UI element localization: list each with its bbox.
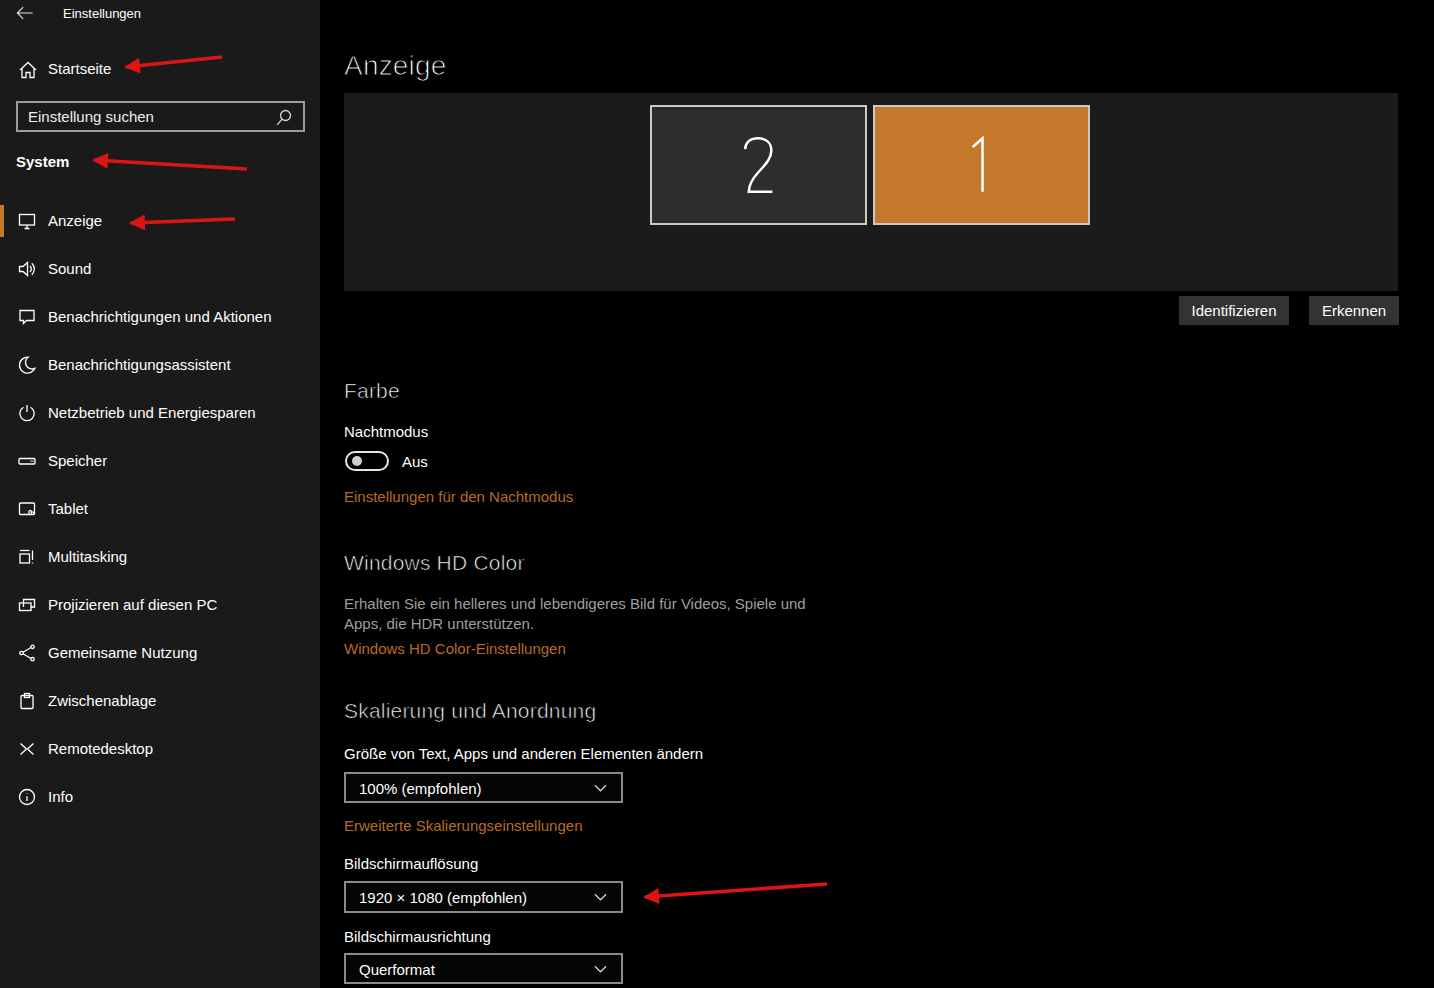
sidebar-item-speicher[interactable]: Speicher: [0, 437, 320, 485]
window-title: Einstellungen: [63, 6, 141, 21]
toggle-knob: [352, 456, 362, 466]
sidebar: Einstellungen Startseite System Anzeige S…: [0, 0, 320, 988]
power-icon: [16, 402, 38, 424]
sidebar-item-gemeinsame-nutzung[interactable]: Gemeinsame Nutzung: [0, 629, 320, 677]
sidebar-item-label: Sound: [48, 260, 91, 277]
sidebar-item-zwischenablage[interactable]: Zwischenablage: [0, 677, 320, 725]
sidebar-item-remotedesktop[interactable]: Remotedesktop: [0, 725, 320, 773]
size-label: Größe von Text, Apps und anderen Element…: [344, 745, 703, 762]
multitasking-icon: [16, 546, 38, 568]
focus-assist-icon: [16, 354, 38, 376]
nachtmodus-label: Nachtmodus: [344, 423, 428, 440]
chevron-down-icon: [594, 784, 607, 792]
sidebar-item-netzbetrieb-und-energiesparen[interactable]: Netzbetrieb und Energiesparen: [0, 389, 320, 437]
info-icon: [16, 786, 38, 808]
orientation-dropdown[interactable]: Querformat: [344, 953, 623, 984]
monitor-2-number: [740, 136, 777, 194]
monitor-1[interactable]: [873, 105, 1090, 225]
detect-button[interactable]: Erkennen: [1309, 296, 1399, 325]
resolution-label: Bildschirmauflösung: [344, 855, 478, 872]
sidebar-item-benachrichtigungsassistent[interactable]: Benachrichtigungsassistent: [0, 341, 320, 389]
home-icon: [17, 59, 39, 81]
search-box[interactable]: [16, 101, 305, 132]
sidebar-item-label: Gemeinsame Nutzung: [48, 644, 197, 661]
chevron-down-icon: [594, 965, 607, 973]
settings-window: Einstellungen Startseite System Anzeige S…: [0, 0, 1434, 988]
hd-color-description: Erhalten Sie ein helleres und lebendiger…: [344, 594, 834, 634]
nachtmodus-toggle[interactable]: [345, 451, 389, 471]
chevron-down-icon: [594, 893, 607, 901]
sidebar-item-label: Netzbetrieb und Energiesparen: [48, 404, 256, 421]
monitor-arrangement: [344, 93, 1398, 291]
resolution-dropdown[interactable]: 1920 × 1080 (empfohlen): [344, 881, 623, 913]
identify-button[interactable]: Identifizieren: [1179, 296, 1289, 325]
share-icon: [16, 642, 38, 664]
project-icon: [16, 594, 38, 616]
farbe-heading: Farbe: [344, 379, 400, 403]
scaling-dropdown[interactable]: 100% (empfohlen): [344, 772, 623, 803]
sidebar-item-label: Anzeige: [48, 212, 102, 229]
toggle-state-label: Aus: [402, 453, 428, 470]
monitor-2[interactable]: [650, 105, 867, 225]
home-label: Startseite: [48, 60, 111, 77]
sidebar-item-label: Benachrichtigungen und Aktionen: [48, 308, 272, 325]
monitor-1-number: [963, 136, 1000, 194]
sidebar-item-label: Info: [48, 788, 73, 805]
sidebar-nav: Anzeige Sound Benachrichtigungen und Aktio…: [0, 197, 320, 821]
storage-icon: [16, 450, 38, 472]
sidebar-item-anzeige[interactable]: Anzeige: [0, 197, 320, 245]
back-icon[interactable]: [16, 5, 34, 21]
page-title: Anzeige: [344, 50, 447, 82]
sidebar-item-projizieren-auf-diesen-pc[interactable]: Projizieren auf diesen PC: [0, 581, 320, 629]
nachtmodus-settings-link[interactable]: Einstellungen für den Nachtmodus: [344, 488, 573, 505]
sidebar-item-startseite[interactable]: Startseite: [0, 55, 320, 85]
sound-icon: [16, 258, 38, 280]
sidebar-item-label: Multitasking: [48, 548, 127, 565]
sidebar-item-tablet[interactable]: Tablet: [0, 485, 320, 533]
orientation-label: Bildschirmausrichtung: [344, 928, 491, 945]
selected-indicator: [0, 205, 4, 237]
sidebar-item-label: Projizieren auf diesen PC: [48, 596, 217, 613]
resolution-value: 1920 × 1080 (empfohlen): [359, 889, 527, 906]
hd-color-settings-link[interactable]: Windows HD Color-Einstellungen: [344, 640, 566, 657]
notifications-icon: [16, 306, 38, 328]
sidebar-item-label: Remotedesktop: [48, 740, 153, 757]
sidebar-item-label: Tablet: [48, 500, 88, 517]
scaling-heading: Skalierung und Anordnung: [344, 699, 596, 723]
sidebar-item-sound[interactable]: Sound: [0, 245, 320, 293]
sidebar-item-label: Benachrichtigungsassistent: [48, 356, 231, 373]
remote-desktop-icon: [16, 738, 38, 760]
advanced-scaling-link[interactable]: Erweiterte Skalierungseinstellungen: [344, 817, 582, 834]
search-input[interactable]: [28, 105, 268, 128]
sidebar-item-label: Zwischenablage: [48, 692, 156, 709]
display-icon: [16, 210, 38, 232]
sidebar-item-label: Speicher: [48, 452, 107, 469]
sidebar-item-multitasking[interactable]: Multitasking: [0, 533, 320, 581]
section-heading-system: System: [16, 153, 69, 170]
scaling-value: 100% (empfohlen): [359, 779, 482, 796]
hd-color-heading: Windows HD Color: [344, 551, 525, 575]
orientation-value: Querformat: [359, 960, 435, 977]
sidebar-item-benachrichtigungen-und-aktionen[interactable]: Benachrichtigungen und Aktionen: [0, 293, 320, 341]
clipboard-icon: [16, 690, 38, 712]
tablet-icon: [16, 498, 38, 520]
search-icon: [273, 107, 295, 129]
sidebar-item-info[interactable]: Info: [0, 773, 320, 821]
